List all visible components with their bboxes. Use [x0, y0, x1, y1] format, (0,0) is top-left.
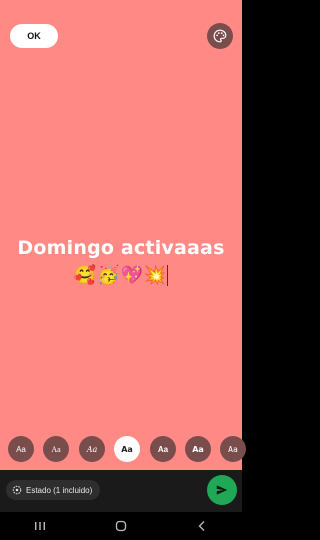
status-icon	[12, 485, 22, 495]
font-option[interactable]: Aa	[220, 436, 246, 462]
color-palette-button[interactable]	[207, 23, 233, 49]
text-cursor	[167, 265, 169, 286]
back-button[interactable]	[182, 516, 222, 536]
status-label: Estado (1 incluido)	[26, 485, 93, 495]
emoji-sparkling-heart: 💖	[120, 264, 143, 286]
font-option-selected[interactable]: Aa	[114, 436, 140, 462]
font-option[interactable]: Aa	[8, 436, 34, 462]
recent-apps-button[interactable]	[20, 516, 60, 536]
font-option[interactable]: Aa	[79, 436, 105, 462]
home-icon	[115, 520, 127, 532]
bottom-bar: Estado (1 incluido)	[0, 470, 242, 512]
system-navigation-bar	[0, 512, 242, 540]
send-button[interactable]	[207, 475, 237, 505]
emoji-collision: 💥	[143, 264, 167, 286]
back-icon	[198, 521, 205, 531]
send-icon	[216, 485, 228, 495]
font-option[interactable]: Aa	[185, 436, 211, 462]
caption-emoji-line[interactable]: 🥰 🥳 💖 💥	[0, 265, 242, 286]
caption-text[interactable]: Domingo activaaas	[0, 237, 242, 259]
status-audience-button[interactable]: Estado (1 incluido)	[6, 480, 101, 500]
emoji-smiling-hearts: 🥰	[73, 264, 97, 286]
story-canvas[interactable]: OK Domingo activaaas 🥰 🥳 💖 💥 Aa Aa Aa Aa…	[0, 0, 246, 470]
ok-button[interactable]: OK	[10, 24, 58, 48]
recent-apps-icon	[35, 522, 46, 530]
font-option[interactable]: Aa	[150, 436, 176, 462]
font-option[interactable]: Aa	[43, 436, 69, 462]
font-selector: Aa Aa Aa Aa Aa Aa Aa	[0, 436, 246, 462]
caption-editor[interactable]: Domingo activaaas 🥰 🥳 💖 💥	[0, 237, 242, 286]
home-button[interactable]	[101, 516, 141, 536]
emoji-party-face: 🥳	[97, 264, 120, 286]
palette-icon	[213, 29, 227, 43]
